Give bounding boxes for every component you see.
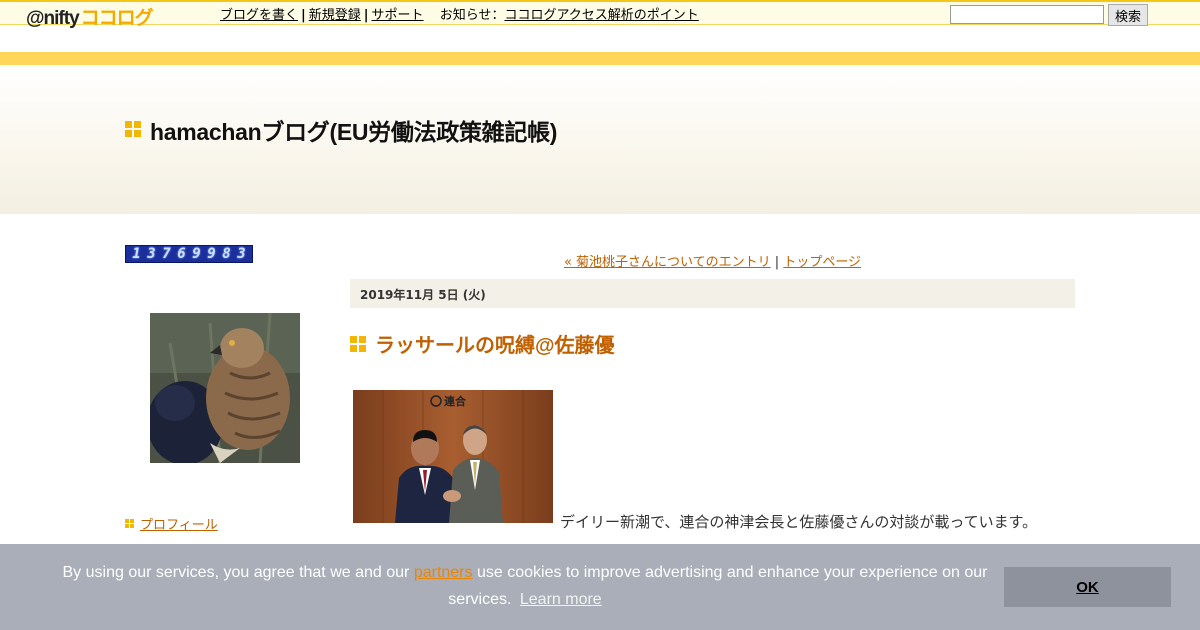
access-counter: 1 3 7 6 9 9 8 3 [125, 245, 253, 263]
counter-digit: 3 [237, 246, 246, 262]
news-colon: ： [491, 8, 505, 23]
cookie-text-before: By using our services, you agree that we… [62, 564, 410, 581]
cookie-consent-banner: By using our services, you agree that we… [0, 544, 1200, 630]
counter-digit: 7 [162, 246, 171, 262]
register-link[interactable]: 新規登録 [309, 8, 361, 23]
partners-link[interactable]: partners [414, 564, 473, 581]
nav-separator: | [774, 255, 780, 270]
entry-navigation: « 菊池桃子さんについてのエントリ | トップページ [350, 251, 1075, 270]
top-page-link[interactable]: トップページ [783, 255, 861, 270]
profile-photo-hawk [150, 313, 300, 463]
write-blog-link[interactable]: ブログを書く [220, 8, 298, 23]
counter-digit: 8 [222, 246, 231, 262]
search-input[interactable] [950, 5, 1104, 24]
cookie-ok-button[interactable]: OK [1004, 567, 1171, 607]
title-squares-icon [125, 121, 141, 137]
blog-title[interactable]: hamachanブログ(EU労働法政策雑記帳) [150, 113, 557, 147]
banner-stripe [0, 52, 1200, 65]
logo-brand: ココログ [80, 8, 154, 29]
entry-body-text: デイリー新潮で、連合の神津会長と佐藤優さんの対談が載っています。 [560, 513, 1038, 531]
counter-digit: 6 [177, 246, 186, 262]
news-link[interactable]: ココログアクセス解析のポイント [504, 8, 698, 23]
counter-digit: 3 [147, 246, 156, 262]
blog-banner: hamachanブログ(EU労働法政策雑記帳) [0, 65, 1200, 214]
entry-title[interactable]: ラッサールの呪縛@佐藤優 [375, 329, 615, 358]
link-separator: | [301, 8, 306, 23]
nifty-cocolog-logo[interactable]: @nifty ココログ [26, 3, 154, 29]
top-links: ブログを書く | 新規登録 | サポート お知らせ：ココログアクセス解析のポイント [220, 4, 699, 23]
nifty-top-bar: @nifty ココログ ブログを書く | 新規登録 | サポート お知らせ：ココログアク… [0, 0, 1200, 29]
news-label: お知らせ [439, 8, 492, 23]
entry-date: 2019年11月 5日 (火) [350, 279, 1075, 308]
counter-digit: 9 [207, 246, 216, 262]
profile-link-row: プロフィール [125, 514, 218, 533]
counter-digit: 1 [132, 246, 141, 262]
entry-title-row: ラッサールの呪縛@佐藤優 [350, 329, 615, 358]
logo-prefix: @nifty [26, 8, 80, 29]
bullet-squares-icon [125, 519, 134, 528]
learn-more-link[interactable]: Learn more [520, 591, 602, 608]
cookie-message: By using our services, you agree that we… [40, 559, 1010, 613]
photo-sign-text: 連合 [444, 394, 467, 408]
support-link[interactable]: サポート [372, 8, 424, 23]
entry-photo-handshake[interactable]: 連合 [353, 390, 553, 523]
prev-entry-link[interactable]: « 菊池桃子さんについてのエントリ [564, 255, 771, 270]
profile-link[interactable]: プロフィール [140, 514, 218, 533]
entry-squares-icon [350, 335, 366, 352]
search-button[interactable]: 検索 [1108, 4, 1148, 26]
link-separator: | [363, 8, 369, 23]
counter-digit: 9 [192, 246, 201, 262]
